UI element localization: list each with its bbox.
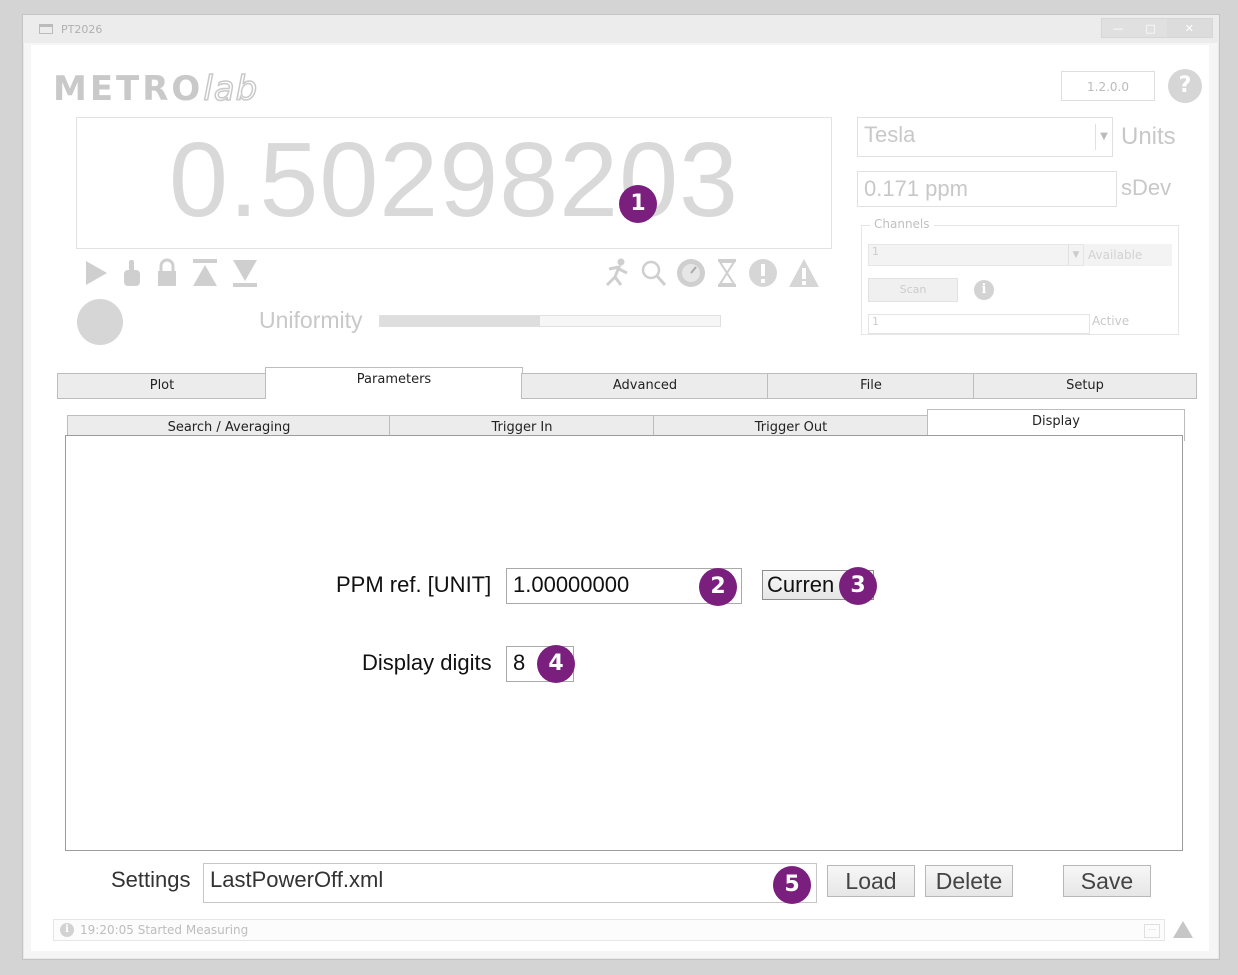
measurement-display: 0.50298203: [76, 117, 832, 249]
channels-group: Channels 1 ▼ Available Scan i 1 Active: [861, 217, 1179, 335]
tab-advanced[interactable]: Advanced: [521, 373, 769, 399]
logo-main: METRO: [53, 69, 204, 109]
tab-plot[interactable]: Plot: [57, 373, 267, 399]
gauge-icon: [677, 259, 705, 287]
channel-selected: 1: [872, 245, 879, 258]
callout-marker-5: 5: [773, 866, 811, 904]
callout-marker-4: 4: [537, 645, 575, 683]
channels-legend: Channels: [870, 217, 934, 231]
record-button[interactable]: [77, 299, 123, 345]
settings-label: Settings: [111, 867, 191, 892]
callout-marker-2: 2: [699, 568, 737, 606]
running-icon: [605, 258, 628, 287]
window-title: PT2026: [61, 23, 103, 36]
warning-icon: [789, 259, 819, 287]
uniformity-label: Uniformity: [259, 307, 363, 333]
app-window: PT2026 — □ ✕ METROlab 1.2.0.0 ? 0.502982…: [22, 14, 1220, 960]
title-bar: PT2026 — □ ✕: [23, 15, 1219, 43]
tab-file[interactable]: File: [767, 373, 975, 399]
info-icon[interactable]: i: [974, 280, 994, 300]
scan-button[interactable]: Scan: [868, 278, 958, 302]
info-icon: i: [60, 923, 74, 937]
lock-icon[interactable]: [155, 258, 179, 288]
status-indicators: [601, 257, 821, 289]
callout-marker-1: 1: [619, 185, 657, 223]
app-icon: [39, 24, 53, 34]
status-message: 19:20:05 Started Measuring: [80, 923, 249, 937]
active-label: Active: [1092, 314, 1130, 328]
display-digits-label: Display digits: [362, 650, 492, 675]
sdev-value: 0.171 ppm: [864, 176, 968, 201]
sdev-field: 0.171 ppm: [857, 171, 1117, 207]
save-button[interactable]: Save: [1063, 865, 1151, 897]
units-selected: Tesla: [864, 122, 916, 147]
available-label: Available: [1084, 244, 1172, 266]
sdev-label: sDev: [1121, 175, 1172, 200]
tab-setup[interactable]: Setup: [973, 373, 1197, 399]
delete-button[interactable]: Delete: [925, 865, 1013, 897]
status-bar: i 19:20:05 Started Measuring ⋯: [53, 919, 1165, 941]
chevron-down-icon[interactable]: ▼: [1095, 124, 1112, 150]
warning-icon[interactable]: [1173, 921, 1193, 938]
tab-parameters[interactable]: Parameters: [265, 367, 523, 399]
ppm-ref-label: PPM ref. [UNIT]: [336, 572, 492, 597]
active-channel-field[interactable]: 1: [868, 314, 1090, 334]
uniformity-bar-fill: [380, 316, 540, 326]
error-icon: [749, 259, 777, 287]
channel-select[interactable]: 1 ▼: [868, 244, 1084, 266]
hourglass-icon: [718, 259, 736, 287]
metrolab-logo: METROlab: [53, 68, 259, 110]
touch-icon[interactable]: [121, 258, 143, 288]
version-field: 1.2.0.0: [1061, 71, 1155, 101]
client-area: METROlab 1.2.0.0 ? 0.50298203 1 Uniformi…: [31, 45, 1209, 951]
measurement-value: 0.50298203: [168, 121, 740, 239]
play-icon[interactable]: [83, 258, 109, 288]
minimize-button[interactable]: —: [1102, 19, 1134, 37]
search-icon: [641, 260, 667, 286]
window-controls: — □ ✕: [1101, 18, 1213, 38]
callout-marker-3: 3: [839, 567, 877, 605]
units-select[interactable]: Tesla ▼: [857, 117, 1113, 157]
main-tabs: Plot Parameters Advanced File Setup: [57, 367, 1197, 399]
load-button[interactable]: Load: [827, 865, 915, 897]
units-label: Units: [1121, 123, 1176, 150]
help-icon[interactable]: ?: [1168, 69, 1202, 103]
status-expand-icon[interactable]: ⋯: [1144, 924, 1160, 938]
logo-sub: lab: [203, 68, 259, 110]
close-button[interactable]: ✕: [1166, 19, 1213, 37]
display-panel: PPM ref. [UNIT] 1.00000000 Curren Displa…: [65, 435, 1183, 851]
maximize-button[interactable]: □: [1134, 19, 1166, 37]
top-icon[interactable]: [191, 258, 219, 288]
chevron-down-icon[interactable]: ▼: [1068, 245, 1083, 265]
bottom-icon[interactable]: [231, 258, 259, 288]
uniformity-bar: [379, 315, 721, 327]
control-toolbar: [83, 255, 259, 291]
settings-file-field[interactable]: LastPowerOff.xml: [203, 863, 817, 903]
